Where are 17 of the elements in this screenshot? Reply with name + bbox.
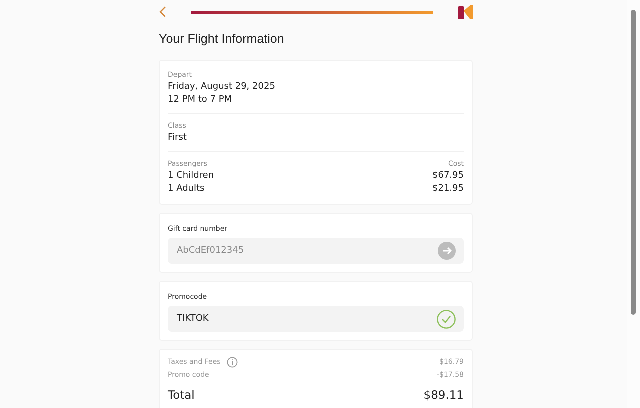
depart-time: 12 PM to 7 PM (168, 94, 234, 107)
passenger-cost: $21.95 (432, 183, 464, 196)
arrow-right-icon[interactable] (438, 242, 456, 260)
promocode-field[interactable]: TIKTOK (168, 306, 464, 332)
info-icon[interactable] (226, 357, 238, 368)
passenger-count: 1 Children (168, 170, 214, 183)
passenger-cost: $67.95 (432, 170, 464, 183)
depart-date: Friday, August 29, 2025 (168, 81, 276, 94)
logo-icon (457, 5, 473, 19)
gift-card-field[interactable]: AbCdEf012345 (168, 238, 464, 264)
class-value: First (168, 132, 188, 145)
total-label: Total (168, 388, 195, 402)
passenger-count: 1 Adults (168, 183, 205, 196)
page-title: Your Flight Information (159, 32, 286, 46)
promocode-value: TIKTOK (177, 314, 209, 324)
total-amount: $89.11 (424, 388, 464, 402)
back-icon[interactable] (159, 6, 167, 18)
